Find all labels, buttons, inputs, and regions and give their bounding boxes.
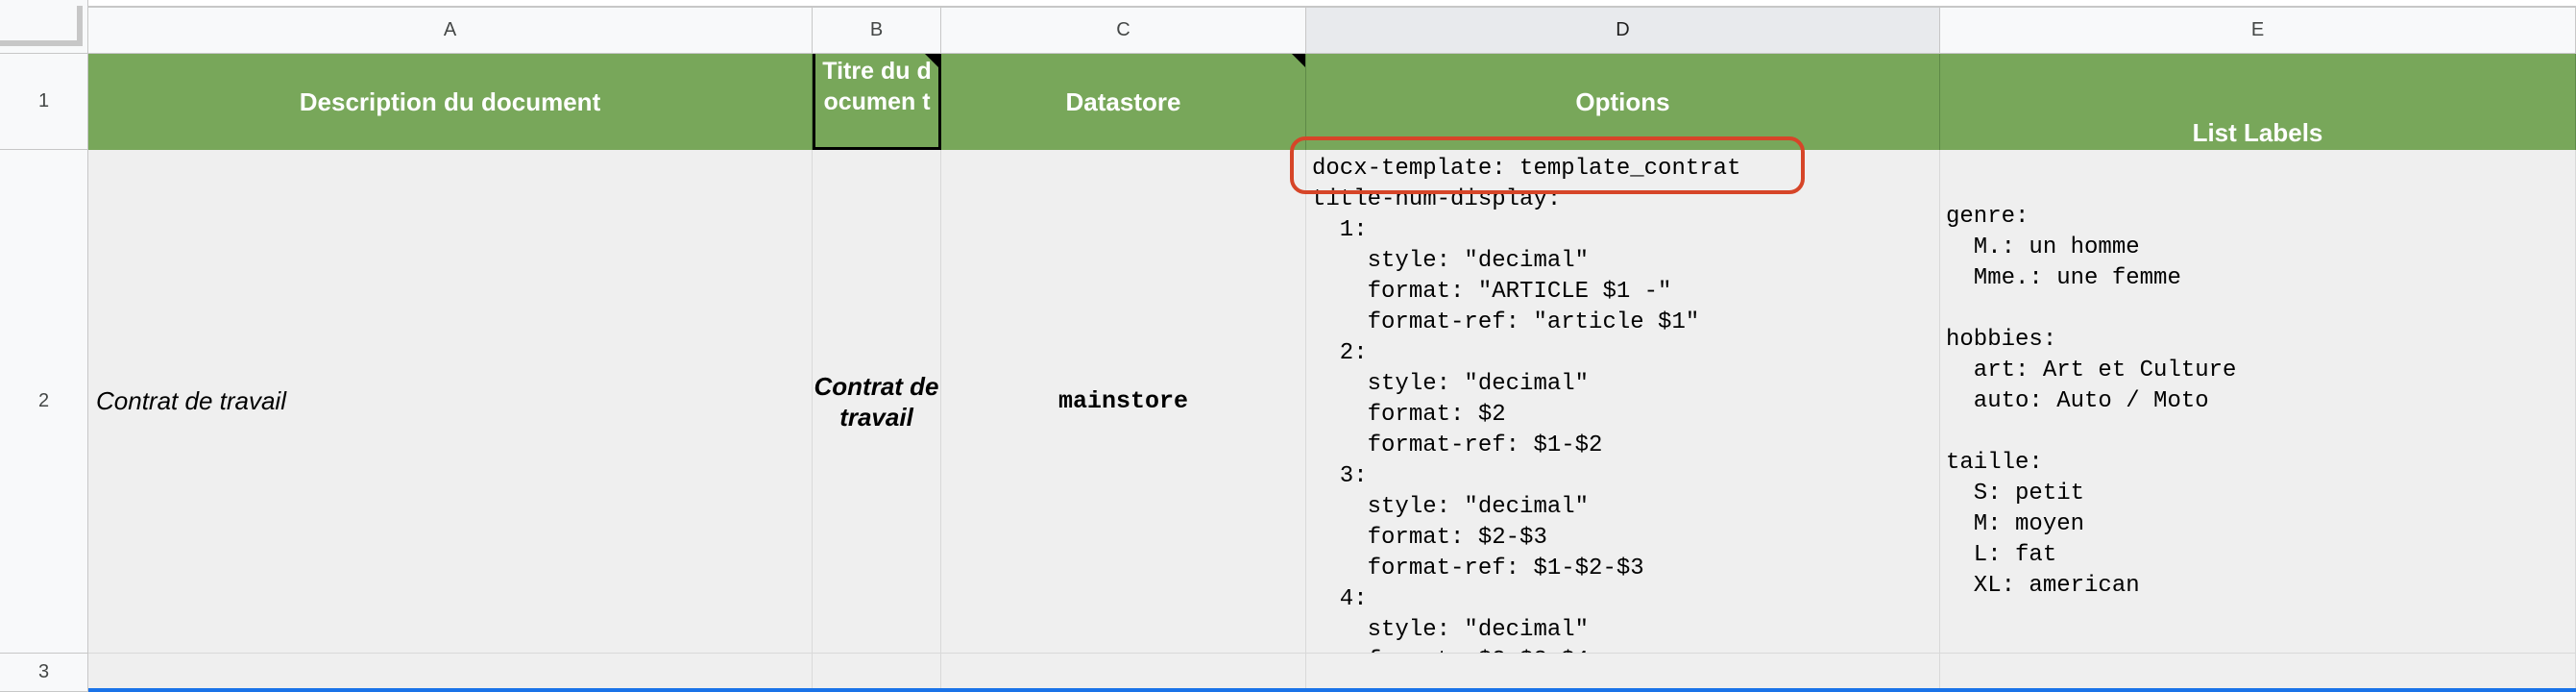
column-header-e[interactable]: E [1940,8,2576,54]
options-line: 2: [1312,340,1368,366]
cell-e2[interactable]: genre: M.: un homme Mme.: une femme hobb… [1940,150,2576,654]
highlight-outline [1290,136,1805,194]
options-line: format-ref: "article $1" [1312,309,1700,335]
list-labels-line: taille: [1946,449,2043,476]
options-line: 4: [1312,586,1368,612]
list-labels-line: art: Art et Culture [1946,357,2237,383]
row-header-2[interactable]: 2 [0,150,88,654]
description-value: Contrat de travail [96,386,286,415]
header-cell-list-labels[interactable]: List Labels [1940,54,2576,150]
header-titre-text: Titre du documen t [822,58,932,115]
options-line: 3: [1312,463,1368,489]
comment-indicator[interactable] [1292,54,1305,67]
list-labels-line: M: moyen [1946,510,2085,537]
options-line: format: $2-$3 [1312,525,1547,551]
list-labels-line: XL: american [1946,572,2140,599]
list-labels-line: S: petit [1946,480,2085,507]
header-cell-titre[interactable]: Titre du documen t [813,54,941,150]
cell-d3[interactable] [1306,654,1940,689]
header-list-labels-text: List Labels [2192,118,2323,147]
list-labels-line: Mme.: une femme [1946,264,2181,291]
cell-d2[interactable]: docx-template: template_contrat title-num… [1306,150,1940,654]
header-datastore-text: Datastore [1065,86,1181,116]
options-line: format: "ARTICLE $1 -" [1312,279,1672,305]
column-header-c[interactable]: C [941,8,1306,54]
list-labels-line: genre: [1946,203,2029,230]
select-all-corner[interactable] [0,0,88,54]
options-line: 1: [1312,217,1368,243]
options-line: style: "decimal" [1312,617,1590,643]
list-labels-line: L: fat [1946,541,2057,568]
options-line: format: $2 [1312,402,1506,428]
header-options-text: Options [1575,86,1670,116]
header-description-text: Description du document [299,86,601,116]
cell-b2[interactable]: Contrat de travail [813,150,941,654]
datastore-value: mainstore [1057,387,1189,415]
list-labels-line [1946,294,2236,325]
header-cell-datastore[interactable]: Datastore [941,54,1306,150]
header-cell-description[interactable]: Description du document [88,54,813,150]
cell-b3[interactable] [813,654,941,689]
corner-mark [0,6,83,46]
cell-e3[interactable] [1940,654,2576,689]
options-line: format: $2-$3-$4 [1312,646,1939,653]
selection-bottom-line [88,688,2576,692]
list-labels-line [1946,417,2236,448]
column-header-d[interactable]: D [1306,8,1940,54]
column-header-topline [88,6,2576,8]
list-labels-code: genre: M.: un homme Mme.: une femme hobb… [1946,202,2236,602]
title-value: Contrat de travail [814,371,939,432]
comment-indicator[interactable] [925,54,938,67]
options-line: format-ref: $1-$2-$3 [1312,556,1644,581]
options-line: style: "decimal" [1312,494,1590,520]
column-header-a[interactable]: A [88,8,813,54]
options-line: style: "decimal" [1312,248,1590,274]
list-labels-line: hobbies: [1946,326,2057,353]
row-header-3[interactable]: 3 [0,654,88,692]
row-header-1[interactable]: 1 [0,54,88,150]
options-line: format-ref: $1-$2 [1312,432,1603,458]
list-labels-line: M.: un homme [1946,234,2140,260]
cell-c2[interactable]: mainstore [941,150,1306,654]
column-header-b[interactable]: B [813,8,941,54]
options-code: docx-template: template_contrat title-num… [1312,154,1939,653]
cell-c3[interactable] [941,654,1306,689]
header-cell-options[interactable]: Options [1306,54,1940,150]
cell-a2[interactable]: Contrat de travail [88,150,813,654]
list-labels-line: auto: Auto / Moto [1946,387,2209,414]
cell-a3[interactable] [88,654,813,689]
options-line: style: "decimal" [1312,371,1590,397]
